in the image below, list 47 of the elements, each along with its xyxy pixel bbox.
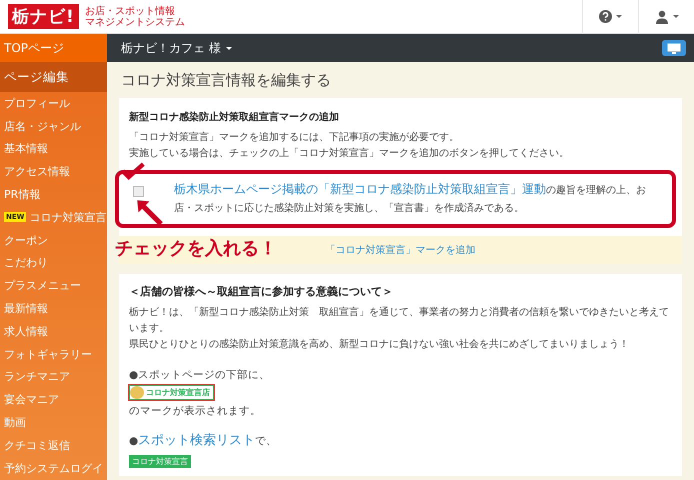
declaration-badge: コロナ対策宣言 <box>129 455 191 468</box>
bullet-text: で、 <box>255 435 278 447</box>
link[interactable]: スポット検索リスト <box>138 433 256 448</box>
sidebar-item[interactable]: TOPページ <box>0 34 107 62</box>
sidebar-item[interactable]: 動画 <box>0 411 107 434</box>
paragraph: 栃ナビ！は、「新型コロナ感染防止対策 取組宣言」を通じて、事業者の努力と消費者の信頼を繋いでゆきたいと考えています。 県民ひとりひとりの感染防止対策意識を高め、新型コロナに負けない強い社会を共にめざしてまいりましょう！ <box>129 306 670 352</box>
callout-text: チェックを入れる！ <box>115 237 277 260</box>
sidebar-item[interactable]: プロフィール <box>0 92 107 115</box>
account-menu[interactable]: 栃ナビ！カフェ 様 <box>121 40 232 56</box>
bullet-text: ● <box>129 435 138 447</box>
sidebar-item[interactable]: ランチマニア <box>0 366 107 388</box>
sidebar-item[interactable]: クチコミ返信 <box>0 434 107 457</box>
sidebar-item[interactable]: 店名・ジャンル <box>0 114 107 138</box>
section-heading: ＜店舗の皆様へ～取組宣言に参加する意義について＞ <box>129 284 394 299</box>
sidebar-item[interactable]: PR情報 <box>0 183 107 206</box>
sidebar-item[interactable]: 求人情報 <box>0 320 107 343</box>
link[interactable]: 栃木県ホームページ掲載の「新型コロナ感染防止対策取組宣言」運動 <box>174 182 546 196</box>
instructions-text: 「コロナ対策宣言」マークを追加するには、下記事項の実施が必要です。 実施している場合は、チェックの上「コロナ対策宣言」マークを追加のボタンを押してください。 <box>129 130 570 161</box>
logo: 栃ナビ! <box>8 4 79 29</box>
sidebar-item[interactable]: こだわり <box>0 252 107 274</box>
user-icon <box>654 10 668 24</box>
sidebar-item[interactable]: 基本情報 <box>0 138 107 160</box>
logo-subtitle: お店・スポット情報 マネジメントシステム <box>84 6 185 28</box>
mascot-icon <box>130 386 144 399</box>
monitor-icon <box>667 42 681 54</box>
caret-icon <box>226 46 232 50</box>
checkbox[interactable] <box>133 186 144 197</box>
sidebar-item[interactable]: クーポン <box>0 228 107 252</box>
add-mark-link[interactable]: 「コロナ対策宣言」マークを追加 <box>326 243 476 257</box>
sidebar-item[interactable]: プラスメニュー <box>0 274 107 298</box>
checkbox-label: 栃木県ホームページ掲載の「新型コロナ感染防止対策取組宣言」運動の趣旨を理解の上、お店・スポットに応じた感染防止対策を実施し、「宣言書」を作成済みである。 <box>174 181 647 216</box>
sidebar-item[interactable]: 宴会マニア <box>0 388 107 412</box>
sidebar-item[interactable]: アクセス情報 <box>0 160 107 184</box>
sidebar-item[interactable]: 最新情報 <box>0 297 107 320</box>
page-title: コロナ対策宣言情報を編集する <box>120 70 332 91</box>
bullet-text: ●スポットページの下部に、 <box>129 368 272 383</box>
sidebar-item-label: コロナ対策宣言 <box>29 210 106 225</box>
badge-label: コロナ対策宣言店 <box>146 387 210 398</box>
sidebar-item[interactable]: 予約システムログイ <box>0 456 107 480</box>
monitor-button[interactable] <box>662 40 686 56</box>
caret-icon <box>616 15 622 18</box>
help-icon <box>599 10 612 23</box>
bullet-text: のマークが表示されます。 <box>129 404 262 419</box>
section-heading: 新型コロナ感染防止対策取組宣言マークの追加 <box>129 110 340 124</box>
sidebar-item[interactable]: ページ編集 <box>0 62 107 92</box>
caret-icon <box>672 15 678 18</box>
sidebar-item[interactable]: フォトギャラリー <box>0 342 107 366</box>
